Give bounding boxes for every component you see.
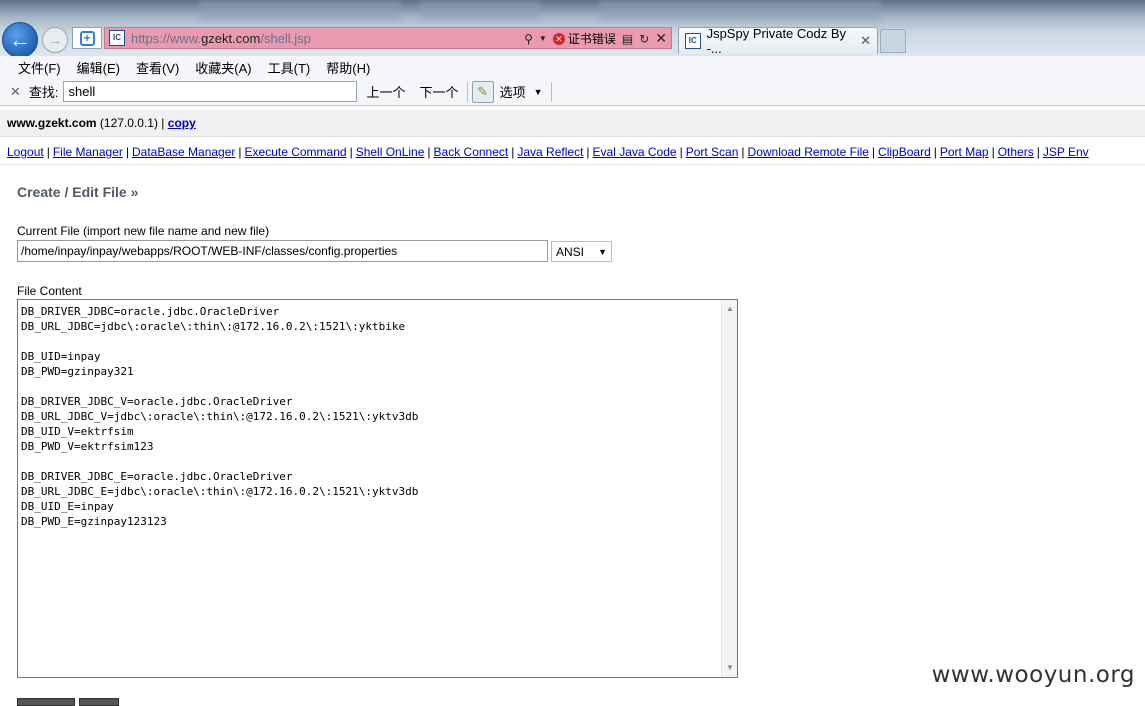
find-label: 查找: xyxy=(28,85,59,100)
forward-button[interactable]: → xyxy=(42,27,68,53)
nav-clipboard[interactable]: ClipBoard xyxy=(878,145,931,159)
menu-help[interactable]: 帮助(H) xyxy=(326,58,370,77)
cert-error-label: 证书错误 xyxy=(567,32,616,46)
file-content-label: File Content xyxy=(17,284,82,298)
compat-view-button[interactable]: + xyxy=(72,27,102,49)
nav-links: Logout | File Manager | DataBase Manager | Exe… xyxy=(0,140,1145,165)
host-ip: (127.0.0.1) xyxy=(99,116,158,130)
nav-port-scan[interactable]: Port Scan xyxy=(686,145,739,159)
blurred-background xyxy=(420,0,540,20)
close-icon[interactable]: ✕ xyxy=(10,84,21,100)
scroll-up-icon[interactable]: ▲ xyxy=(722,301,737,317)
highlight-icon[interactable]: ✎ xyxy=(471,80,494,103)
arrow-left-icon: ← xyxy=(9,27,31,52)
current-file-input[interactable] xyxy=(17,240,548,262)
nav-download-remote-file[interactable]: Download Remote File xyxy=(748,145,869,159)
back-button[interactable]: ← xyxy=(2,22,38,58)
menu-file[interactable]: 文件(F) xyxy=(18,58,61,77)
search-icon[interactable]: ⚲ xyxy=(524,32,533,46)
watermark: www.wooyun.org xyxy=(931,662,1135,688)
tab-active[interactable]: IC JspSpy Private Codz By -... ✕ xyxy=(678,26,878,56)
nav-jsp-env[interactable]: JSP Env xyxy=(1043,145,1089,159)
find-options-button[interactable]: 选项 xyxy=(500,82,526,101)
section-title: Create / Edit File » xyxy=(17,184,139,200)
nav-database-manager[interactable]: DataBase Manager xyxy=(132,145,235,159)
file-content-textarea[interactable]: DB_DRIVER_JDBC=oracle.jdbc.OracleDriver … xyxy=(17,299,738,678)
menu-view[interactable]: 查看(V) xyxy=(136,58,179,77)
close-tab-icon[interactable]: ✕ xyxy=(860,33,871,49)
chevron-down-icon[interactable]: ▼ xyxy=(534,87,543,97)
compat-icon[interactable]: ▤ xyxy=(622,32,633,46)
nav-port-map[interactable]: Port Map xyxy=(940,145,989,159)
nav-back-connect[interactable]: Back Connect xyxy=(434,145,509,159)
new-tab-button[interactable] xyxy=(880,29,906,53)
dropdown-arrow-icon[interactable]: ▼ xyxy=(539,34,547,43)
blurred-background xyxy=(200,0,400,20)
nav-others[interactable]: Others xyxy=(998,145,1034,159)
nav-file-manager[interactable]: File Manager xyxy=(53,145,123,159)
site-icon: IC xyxy=(109,30,125,46)
encoding-value: ANSI xyxy=(556,244,585,259)
arrow-right-icon: → xyxy=(48,32,62,48)
save-button[interactable] xyxy=(17,698,75,706)
error-icon: ✕ xyxy=(552,32,565,45)
refresh-icon[interactable]: ↻ xyxy=(639,32,649,46)
cert-error-badge[interactable]: ✕ 证书错误 xyxy=(552,30,616,47)
url-text[interactable]: https://www.gzekt.com/shell.jsp xyxy=(131,31,311,46)
divider xyxy=(550,81,552,102)
menu-bar: 文件(F) 编辑(E) 查看(V) 收藏夹(A) 工具(T) 帮助(H) xyxy=(0,56,1145,78)
stop-icon[interactable]: ✕ xyxy=(655,30,667,47)
divider xyxy=(466,81,468,102)
find-prev-button[interactable]: 上一个 xyxy=(367,82,406,101)
nav-logout[interactable]: Logout xyxy=(7,145,44,159)
address-bar[interactable]: IC https://www.gzekt.com/shell.jsp ⚲ ▼ ✕… xyxy=(104,27,672,49)
host-info-bar: www.gzekt.com (127.0.0.1) | copy xyxy=(0,110,1145,137)
find-bar: ✕ 查找: 上一个 下一个 ✎ 选项 ▼ xyxy=(0,78,1145,106)
menu-tools[interactable]: 工具(T) xyxy=(268,58,311,77)
back-page-button[interactable] xyxy=(79,698,119,706)
nav-eval-java-code[interactable]: Eval Java Code xyxy=(593,145,677,159)
encoding-select[interactable]: ANSI ▼ xyxy=(551,241,612,262)
menu-favorites[interactable]: 收藏夹(A) xyxy=(195,58,251,77)
nav-execute-command[interactable]: Execute Command xyxy=(245,145,347,159)
site-icon: IC xyxy=(685,33,701,49)
chevron-down-icon: ▼ xyxy=(598,246,607,257)
find-next-button[interactable]: 下一个 xyxy=(420,82,459,101)
scrollbar[interactable]: ▲ ▼ xyxy=(721,300,737,677)
tab-title: JspSpy Private Codz By -... xyxy=(706,26,847,56)
file-content-text[interactable]: DB_DRIVER_JDBC=oracle.jdbc.OracleDriver … xyxy=(21,304,418,529)
scroll-down-icon[interactable]: ▼ xyxy=(722,660,737,676)
nav-shell-online[interactable]: Shell OnLine xyxy=(356,145,425,159)
copy-link[interactable]: copy xyxy=(168,116,196,130)
nav-java-reflect[interactable]: Java Reflect xyxy=(517,145,583,159)
blurred-background xyxy=(600,0,880,20)
find-input[interactable] xyxy=(62,81,357,102)
menu-edit[interactable]: 编辑(E) xyxy=(77,58,120,77)
plus-icon: + xyxy=(79,30,95,46)
current-file-label: Current File (import new file name and n… xyxy=(17,224,270,238)
host-name: www.gzekt.com xyxy=(7,116,97,130)
